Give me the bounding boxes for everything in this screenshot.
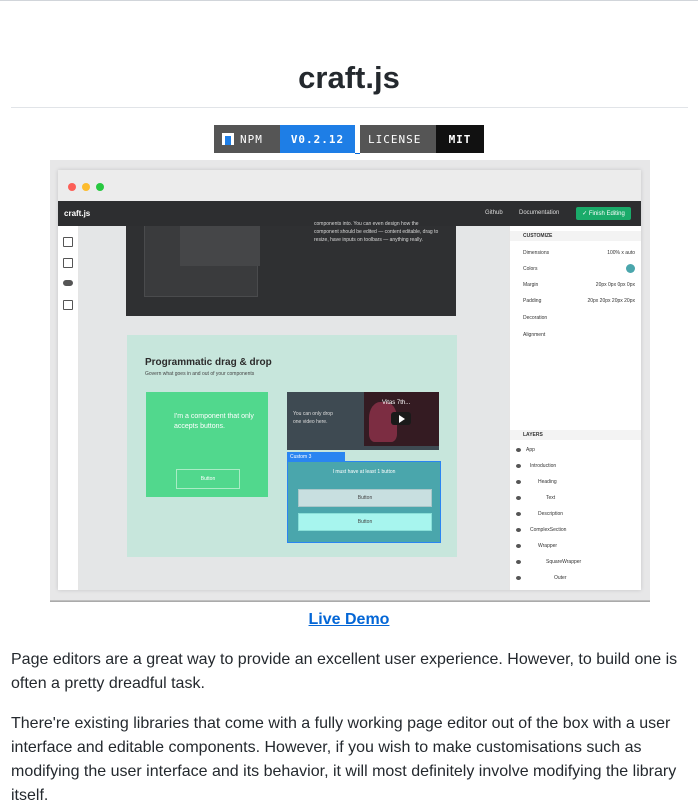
prop-row: Margin 20px 0px 0px 0px (523, 280, 635, 290)
green-card-button: Button (176, 469, 240, 489)
settings-panel: CUSTOMIZE Dimensions 100% x auto Colors M… (509, 226, 641, 590)
editor-window: craft.js Github Documentation ✓ Finish E… (58, 170, 641, 590)
teal-card-text: I must have at least 1 button (332, 469, 396, 475)
eye-icon (516, 528, 521, 532)
green-card-text: I'm a component that only accepts button… (174, 413, 254, 430)
layers-header: LAYERS (510, 430, 641, 440)
eye-icon (516, 496, 521, 500)
prop-name: Dimensions (523, 250, 550, 256)
license-badge-value: MIT (436, 125, 484, 153)
prop-row: Dimensions 100% x auto (523, 248, 635, 258)
prop-value: 100% x auto (607, 250, 635, 256)
layer-label: Wrapper (538, 543, 558, 549)
prop-row: Colors (523, 264, 635, 274)
prop-name: Colors (523, 266, 538, 272)
npm-badge-value: V0.2.12 (280, 125, 355, 153)
layer-label: Text (546, 495, 556, 501)
layer-item: Outer (516, 572, 567, 584)
layer-item: Wrapper (516, 540, 557, 552)
layer-label: App (526, 447, 535, 453)
video-card-text: You can only drop one video here. (293, 411, 333, 425)
nav-link-github: Github (485, 210, 503, 216)
play-icon (391, 412, 411, 425)
zoom-dot-icon (96, 183, 104, 191)
prop-row: Decoration (523, 313, 635, 323)
layer-item: Introduction (516, 460, 556, 472)
video-card: You can only drop one video here. Vitas … (287, 392, 439, 450)
layer-label: Heading (538, 479, 557, 485)
button-tool-icon (63, 280, 73, 286)
dark-section: components into. You can even design how… (126, 221, 456, 316)
page-title: craft.js (298, 60, 400, 95)
layer-item: SquareWrapper (516, 556, 581, 568)
layer-item: ComplexSection (516, 524, 566, 536)
video-title: Vitas 7th... (382, 400, 411, 406)
eye-icon (516, 544, 521, 548)
npm-badge-label: NPM (214, 125, 280, 153)
dark-block (144, 226, 260, 297)
title-divider (11, 107, 688, 108)
close-dot-icon (68, 183, 76, 191)
color-swatch-icon (626, 264, 635, 273)
screenshot-divider (50, 601, 650, 602)
link-underline (355, 153, 360, 154)
license-badge[interactable]: LICENSE MIT (360, 125, 484, 153)
eye-icon (516, 560, 521, 564)
editor-logo: craft.js (64, 209, 91, 218)
live-demo-link[interactable]: Live Demo (0, 611, 698, 629)
teal-button-2: Button (298, 513, 432, 531)
container-tool-icon (63, 237, 73, 247)
layer-item: App (516, 444, 535, 456)
demo-screenshot[interactable]: craft.js Github Documentation ✓ Finish E… (50, 160, 650, 601)
layer-label: Introduction (530, 463, 557, 469)
editor-canvas: components into. You can even design how… (79, 221, 509, 590)
npm-badge-text: NPM (240, 132, 263, 146)
top-border (0, 0, 698, 1)
text-tool-icon (63, 258, 73, 268)
layer-item: Heading (516, 476, 557, 488)
layer-label: SquareWrapper (546, 559, 582, 565)
editor-toolbar (58, 226, 79, 590)
finish-editing-button: ✓ Finish Editing (576, 207, 631, 220)
nav-link-docs: Documentation (519, 210, 560, 216)
prop-name: Padding (523, 298, 542, 304)
teal-button-1: Button (298, 489, 432, 507)
license-badge-label: LICENSE (360, 125, 436, 153)
video-thumbnail: Vitas 7th... (364, 392, 439, 446)
eye-icon (516, 464, 521, 468)
customize-header: CUSTOMIZE (510, 231, 641, 241)
prop-name: Margin (523, 282, 539, 288)
layer-item: Text (516, 492, 555, 504)
window-titlebar (58, 170, 641, 202)
layer-label: ComplexSection (530, 527, 567, 533)
dark-inner-block (180, 226, 260, 266)
prop-row: Alignment (523, 330, 635, 340)
layer-label: Description (538, 511, 564, 517)
eye-icon (516, 512, 521, 516)
layer-label: Outer (554, 575, 567, 581)
green-card: I'm a component that only accepts button… (146, 392, 268, 497)
prop-name: Alignment (523, 332, 546, 338)
libraries-paragraph: There're existing libraries that come wi… (11, 715, 677, 804)
section-subtitle: Govern what goes in and out of your comp… (145, 371, 255, 377)
eye-icon (516, 448, 521, 452)
prop-value: 20px 20px 20px 20px (587, 298, 635, 304)
eye-icon (516, 576, 521, 580)
intro-paragraph: Page editors are a great way to provide … (11, 651, 678, 692)
minimize-dot-icon (82, 183, 90, 191)
prop-name: Decoration (523, 315, 548, 321)
video-tool-icon (63, 300, 73, 310)
prop-value: 20px 0px 0px 0px (595, 282, 635, 288)
section-title: Programmatic drag & drop (145, 357, 272, 368)
eye-icon (516, 480, 521, 484)
prop-row: Padding 20px 20px 20px 20px (523, 296, 635, 306)
dark-section-text: components into. You can even design how… (314, 221, 439, 243)
layer-item: Description (516, 508, 563, 520)
npm-version-badge[interactable]: NPM V0.2.12 (214, 125, 355, 153)
npm-icon (222, 133, 234, 145)
drag-drop-section: Programmatic drag & drop Govern what goe… (127, 335, 457, 557)
teal-card: I must have at least 1 button Button But… (287, 461, 441, 543)
